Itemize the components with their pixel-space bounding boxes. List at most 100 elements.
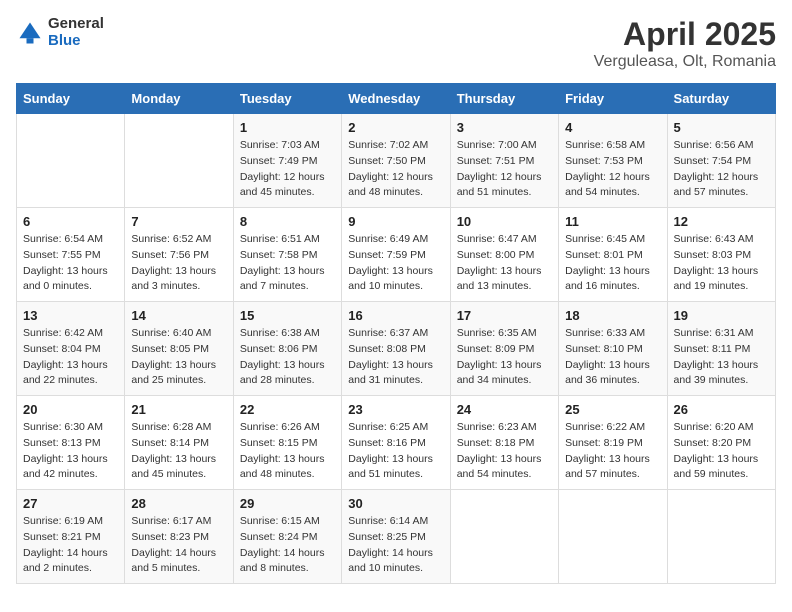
- calendar-cell: 12 Sunrise: 6:43 AMSunset: 8:03 PMDayligh…: [667, 208, 775, 302]
- day-info: Sunrise: 6:30 AMSunset: 8:13 PMDaylight:…: [23, 420, 118, 483]
- day-number: 12: [674, 214, 769, 229]
- calendar-cell: 16 Sunrise: 6:37 AMSunset: 8:08 PMDayligh…: [342, 302, 450, 396]
- day-info: Sunrise: 6:43 AMSunset: 8:03 PMDaylight:…: [674, 232, 769, 295]
- day-number: 17: [457, 308, 552, 323]
- weekday-header: Wednesday: [342, 84, 450, 114]
- day-number: 26: [674, 402, 769, 417]
- day-info: Sunrise: 6:19 AMSunset: 8:21 PMDaylight:…: [23, 514, 118, 577]
- day-number: 8: [240, 214, 335, 229]
- day-info: Sunrise: 6:38 AMSunset: 8:06 PMDaylight:…: [240, 326, 335, 389]
- calendar-cell: 5Sunrise: 6:56 AMSunset: 7:54 PMDaylight…: [667, 114, 775, 208]
- calendar-cell: 30Sunrise: 6:14 AMSunset: 8:25 PMDayligh…: [342, 490, 450, 584]
- calendar-week-row: 13Sunrise: 6:42 AMSunset: 8:04 PMDayligh…: [17, 302, 776, 396]
- day-info: Sunrise: 6:20 AMSunset: 8:20 PMDaylight:…: [674, 420, 769, 483]
- day-info: Sunrise: 7:03 AMSunset: 7:49 PMDaylight:…: [240, 138, 335, 201]
- day-info: Sunrise: 6:40 AMSunset: 8:05 PMDaylight:…: [131, 326, 226, 389]
- calendar-week-row: 20 Sunrise: 6:30 AMSunset: 8:13 PMDayligh…: [17, 396, 776, 490]
- calendar-subtitle: Verguleasa, Olt, Romania: [594, 53, 776, 71]
- calendar-week-row: 27Sunrise: 6:19 AMSunset: 8:21 PMDayligh…: [17, 490, 776, 584]
- calendar-cell: 23 Sunrise: 6:25 AMSunset: 8:16 PMDayligh…: [342, 396, 450, 490]
- calendar-cell: 24Sunrise: 6:23 AMSunset: 8:18 PMDayligh…: [450, 396, 558, 490]
- logo-general: General: [48, 16, 104, 33]
- calendar-cell: 18Sunrise: 6:33 AMSunset: 8:10 PMDayligh…: [559, 302, 667, 396]
- day-info: Sunrise: 6:45 AMSunset: 8:01 PMDaylight:…: [565, 232, 660, 295]
- calendar-cell: [17, 114, 125, 208]
- calendar-week-row: 1 Sunrise: 7:03 AMSunset: 7:49 PMDaylight…: [17, 114, 776, 208]
- weekday-header: Saturday: [667, 84, 775, 114]
- day-info: Sunrise: 6:42 AMSunset: 8:04 PMDaylight:…: [23, 326, 118, 389]
- logo-text: General Blue: [48, 16, 104, 49]
- day-info: Sunrise: 6:31 AMSunset: 8:11 PMDaylight:…: [674, 326, 769, 389]
- calendar-cell: 22Sunrise: 6:26 AMSunset: 8:15 PMDayligh…: [233, 396, 341, 490]
- day-number: 6: [23, 214, 118, 229]
- header: General Blue April 2025 Verguleasa, Olt,…: [16, 16, 776, 71]
- day-number: 1: [240, 120, 335, 135]
- calendar-cell: 4Sunrise: 6:58 AMSunset: 7:53 PMDaylight…: [559, 114, 667, 208]
- calendar-cell: 6 Sunrise: 6:54 AMSunset: 7:55 PMDaylight…: [17, 208, 125, 302]
- day-number: 15: [240, 308, 335, 323]
- calendar-cell: 14Sunrise: 6:40 AMSunset: 8:05 PMDayligh…: [125, 302, 233, 396]
- day-info: Sunrise: 7:00 AMSunset: 7:51 PMDaylight:…: [457, 138, 552, 201]
- calendar-cell: 27Sunrise: 6:19 AMSunset: 8:21 PMDayligh…: [17, 490, 125, 584]
- calendar-week-row: 6 Sunrise: 6:54 AMSunset: 7:55 PMDaylight…: [17, 208, 776, 302]
- day-number: 16: [348, 308, 443, 323]
- calendar-cell: 25Sunrise: 6:22 AMSunset: 8:19 PMDayligh…: [559, 396, 667, 490]
- calendar-cell: [450, 490, 558, 584]
- day-number: 28: [131, 496, 226, 511]
- logo-blue: Blue: [48, 33, 104, 50]
- day-info: Sunrise: 6:49 AMSunset: 7:59 PMDaylight:…: [348, 232, 443, 295]
- calendar-cell: 17 Sunrise: 6:35 AMSunset: 8:09 PMDayligh…: [450, 302, 558, 396]
- day-number: 4: [565, 120, 660, 135]
- calendar-cell: 28Sunrise: 6:17 AMSunset: 8:23 PMDayligh…: [125, 490, 233, 584]
- calendar-cell: 7 Sunrise: 6:52 AMSunset: 7:56 PMDaylight…: [125, 208, 233, 302]
- weekday-header: Sunday: [17, 84, 125, 114]
- day-info: Sunrise: 6:37 AMSunset: 8:08 PMDaylight:…: [348, 326, 443, 389]
- day-number: 19: [674, 308, 769, 323]
- day-number: 11: [565, 214, 660, 229]
- day-number: 25: [565, 402, 660, 417]
- calendar-cell: 19 Sunrise: 6:31 AMSunset: 8:11 PMDayligh…: [667, 302, 775, 396]
- calendar-cell: 21 Sunrise: 6:28 AMSunset: 8:14 PMDayligh…: [125, 396, 233, 490]
- weekday-header: Tuesday: [233, 84, 341, 114]
- weekday-header: Monday: [125, 84, 233, 114]
- calendar-cell: 11 Sunrise: 6:45 AMSunset: 8:01 PMDayligh…: [559, 208, 667, 302]
- calendar-cell: [559, 490, 667, 584]
- day-info: Sunrise: 6:54 AMSunset: 7:55 PMDaylight:…: [23, 232, 118, 295]
- calendar-cell: 13Sunrise: 6:42 AMSunset: 8:04 PMDayligh…: [17, 302, 125, 396]
- calendar-cell: 8 Sunrise: 6:51 AMSunset: 7:58 PMDaylight…: [233, 208, 341, 302]
- day-info: Sunrise: 6:25 AMSunset: 8:16 PMDaylight:…: [348, 420, 443, 483]
- day-number: 3: [457, 120, 552, 135]
- calendar-cell: 20 Sunrise: 6:30 AMSunset: 8:13 PMDayligh…: [17, 396, 125, 490]
- day-number: 18: [565, 308, 660, 323]
- day-number: 7: [131, 214, 226, 229]
- day-info: Sunrise: 6:26 AMSunset: 8:15 PMDaylight:…: [240, 420, 335, 483]
- calendar-cell: 26 Sunrise: 6:20 AMSunset: 8:20 PMDayligh…: [667, 396, 775, 490]
- calendar-cell: [125, 114, 233, 208]
- weekday-header: Thursday: [450, 84, 558, 114]
- calendar-cell: 10 Sunrise: 6:47 AMSunset: 8:00 PMDayligh…: [450, 208, 558, 302]
- day-info: Sunrise: 6:35 AMSunset: 8:09 PMDaylight:…: [457, 326, 552, 389]
- calendar-cell: [667, 490, 775, 584]
- day-number: 21: [131, 402, 226, 417]
- logo: General Blue: [16, 16, 104, 49]
- day-number: 29: [240, 496, 335, 511]
- day-number: 23: [348, 402, 443, 417]
- day-info: Sunrise: 6:51 AMSunset: 7:58 PMDaylight:…: [240, 232, 335, 295]
- day-info: Sunrise: 6:14 AMSunset: 8:25 PMDaylight:…: [348, 514, 443, 577]
- logo-icon: [16, 19, 44, 47]
- title-area: April 2025 Verguleasa, Olt, Romania: [594, 16, 776, 71]
- day-info: Sunrise: 7:02 AMSunset: 7:50 PMDaylight:…: [348, 138, 443, 201]
- day-info: Sunrise: 6:23 AMSunset: 8:18 PMDaylight:…: [457, 420, 552, 483]
- calendar-cell: 3 Sunrise: 7:00 AMSunset: 7:51 PMDaylight…: [450, 114, 558, 208]
- day-number: 20: [23, 402, 118, 417]
- day-info: Sunrise: 6:56 AMSunset: 7:54 PMDaylight:…: [674, 138, 769, 201]
- weekday-header-row: SundayMondayTuesdayWednesdayThursdayFrid…: [17, 84, 776, 114]
- day-number: 9: [348, 214, 443, 229]
- day-info: Sunrise: 6:52 AMSunset: 7:56 PMDaylight:…: [131, 232, 226, 295]
- calendar-cell: 9 Sunrise: 6:49 AMSunset: 7:59 PMDaylight…: [342, 208, 450, 302]
- day-info: Sunrise: 6:47 AMSunset: 8:00 PMDaylight:…: [457, 232, 552, 295]
- calendar-cell: 29Sunrise: 6:15 AMSunset: 8:24 PMDayligh…: [233, 490, 341, 584]
- day-info: Sunrise: 6:28 AMSunset: 8:14 PMDaylight:…: [131, 420, 226, 483]
- day-number: 10: [457, 214, 552, 229]
- day-number: 2: [348, 120, 443, 135]
